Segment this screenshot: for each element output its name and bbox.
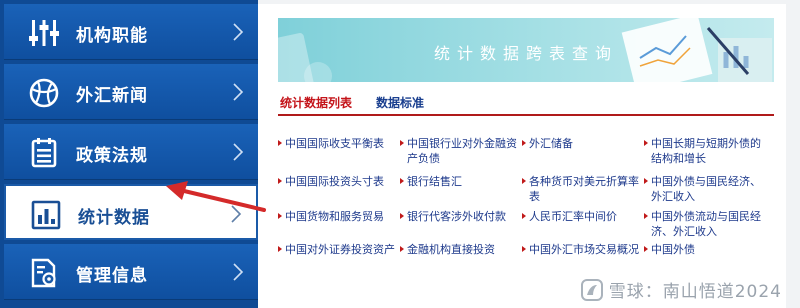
- document-list-icon: [31, 138, 57, 168]
- sidebar-item-policies-regulations[interactable]: 政策法规: [4, 124, 258, 180]
- bar-chart-icon: [31, 200, 61, 230]
- link-external-debt-economy[interactable]: 中国外债与国民经济、外汇收入: [644, 174, 764, 204]
- sidebar-item-forex-news[interactable]: 外汇新闻: [4, 64, 258, 120]
- banner-title: 统计数据跨表查询: [433, 44, 618, 63]
- link-bank-fx-settlement[interactable]: 银行结售汇: [400, 174, 520, 189]
- watermark: 雪球：南山悟道2024: [580, 277, 782, 302]
- chevron-right-icon: [233, 23, 244, 41]
- link-fx-market-overview[interactable]: 中国外汇市场交易概况: [522, 242, 642, 257]
- tab-bar: 统计数据列表 数据标准: [278, 94, 774, 116]
- link-fx-reserves[interactable]: 外汇储备: [522, 136, 642, 151]
- chevron-right-icon: [233, 83, 244, 101]
- link-portfolio-investment-assets[interactable]: 中国对外证券投资资产: [278, 242, 398, 257]
- tab-data-standards[interactable]: 数据标准: [376, 94, 424, 111]
- sidebar-item-institutional-functions[interactable]: 机构职能: [4, 4, 258, 60]
- link-bop-table[interactable]: 中国国际收支平衡表: [278, 136, 398, 151]
- watermark-text: 雪球：南山悟道2024: [608, 282, 782, 302]
- settings-document-icon: [31, 258, 56, 288]
- sidebar-item-label: 外汇新闻: [76, 86, 148, 106]
- link-financial-direct-investment[interactable]: 金融机构直接投资: [400, 242, 520, 257]
- chevron-right-icon: [233, 263, 244, 281]
- link-bank-client-payments[interactable]: 银行代客涉外收付款: [400, 209, 520, 224]
- link-bank-foreign-assets[interactable]: 中国银行业对外金融资产负债: [400, 136, 520, 166]
- red-arrow-annotation: [166, 181, 266, 212]
- link-external-debt-structure[interactable]: 中国长期与短期外债的结构和增长: [644, 136, 764, 166]
- sidebar-item-label: 管理信息: [76, 266, 148, 286]
- link-goods-services-trade[interactable]: 中国货物和服务贸易: [278, 209, 398, 224]
- sidebar-item-label: 统计数据: [78, 208, 150, 228]
- link-external-debt[interactable]: 中国外债: [644, 242, 764, 257]
- sidebar-item-management-info[interactable]: 管理信息: [4, 244, 258, 300]
- link-rmb-central-parity[interactable]: 人民币汇率中间价: [522, 209, 642, 224]
- sidebar-item-label: 政策法规: [76, 146, 148, 166]
- tab-statistics-list[interactable]: 统计数据列表: [280, 94, 352, 111]
- globe-icon: [29, 78, 59, 108]
- link-external-debt-flow[interactable]: 中国外债流动与国民经济、外汇收入: [644, 209, 764, 239]
- sidebar-nav: 机构职能 外汇新闻 政策法规 统计数据 管理信息: [0, 0, 258, 308]
- content-area: 统计数据跨表查询 统计数据列表 数据标准 中国国际收支平衡表 中国银行业对外金融…: [258, 4, 786, 308]
- sliders-icon: [29, 20, 59, 46]
- main-panel: 统计数据跨表查询 统计数据列表 数据标准 中国国际收支平衡表 中国银行业对外金融…: [258, 0, 800, 308]
- chevron-right-icon: [233, 143, 244, 161]
- link-iip-table[interactable]: 中国国际投资头寸表: [278, 174, 398, 189]
- snowball-logo-icon: [580, 278, 603, 301]
- link-currency-usd-rates[interactable]: 各种货币对美元折算率表: [522, 174, 642, 204]
- query-banner[interactable]: 统计数据跨表查询: [278, 18, 774, 82]
- sidebar-item-label: 机构职能: [76, 26, 148, 46]
